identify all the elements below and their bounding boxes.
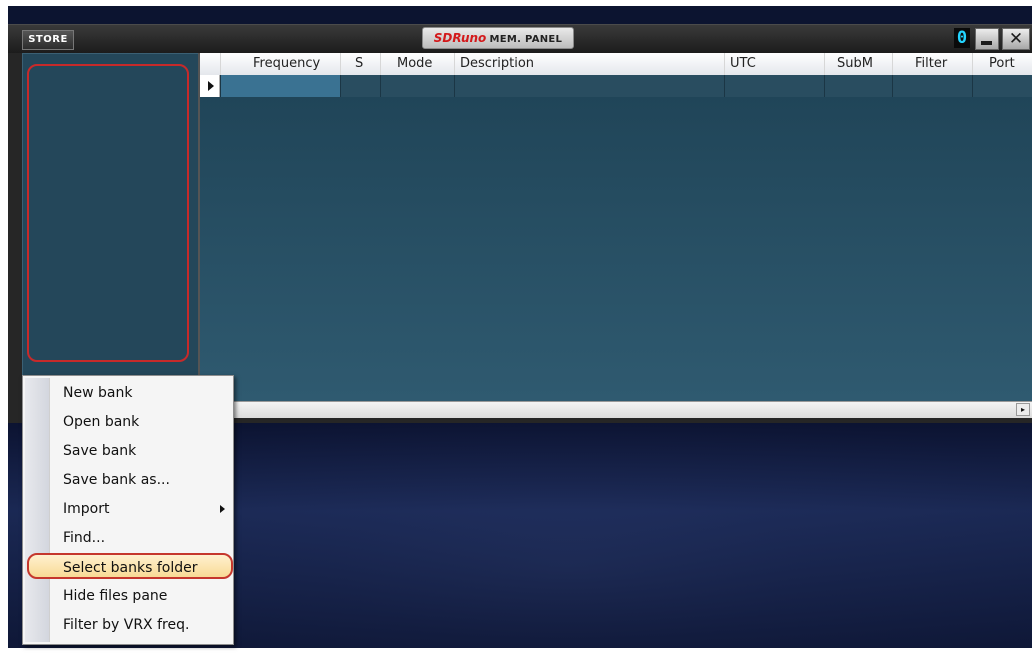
minimize-button[interactable] xyxy=(975,28,999,50)
memory-panel-window: STORE SDRuno MEM. PANEL 0 ✕ Frequency S … xyxy=(8,24,1032,423)
column-header-utc[interactable]: UTC xyxy=(724,53,824,75)
column-header-mode[interactable]: Mode xyxy=(380,53,454,75)
vrx-number-indicator[interactable]: 0 xyxy=(954,28,970,48)
triangle-right-icon xyxy=(208,81,214,91)
column-header-frequency[interactable]: Frequency xyxy=(220,53,340,75)
cell-s[interactable] xyxy=(340,75,380,97)
title-text: MEM. PANEL xyxy=(489,34,563,45)
column-header-port[interactable]: Port xyxy=(972,53,1032,75)
row-indicator xyxy=(200,75,220,97)
cell-frequency[interactable] xyxy=(220,75,340,97)
menu-item-open-bank[interactable]: Open bank xyxy=(23,409,233,435)
column-header-description[interactable]: Description xyxy=(454,53,724,75)
menu-item-label: Select banks folder xyxy=(63,560,198,576)
store-button[interactable]: STORE xyxy=(22,30,74,50)
minimize-icon xyxy=(981,41,992,45)
menu-item-hide-files-pane[interactable]: Hide files pane xyxy=(23,583,233,609)
menu-item-import[interactable]: Import xyxy=(23,496,233,522)
menu-item-label: Save bank as... xyxy=(63,472,170,488)
title-brand: SDRuno xyxy=(433,31,487,45)
menu-item-label: Import xyxy=(63,501,110,517)
horizontal-scrollbar[interactable]: ▸ xyxy=(198,401,1032,418)
cell-utc[interactable] xyxy=(724,75,824,97)
menu-item-label: Hide files pane xyxy=(63,588,168,604)
menu-item-label: Open bank xyxy=(63,414,140,430)
menu-item-select-banks-folder[interactable]: Select banks folder xyxy=(27,553,233,579)
menu-item-label: New bank xyxy=(63,385,133,401)
files-pane-highlight xyxy=(27,64,189,362)
menu-item-find[interactable]: Find... xyxy=(23,525,233,551)
menu-item-save-bank[interactable]: Save bank xyxy=(23,438,233,464)
column-header-subm[interactable]: SubM xyxy=(824,53,892,75)
close-button[interactable]: ✕ xyxy=(1002,28,1030,50)
memory-grid[interactable]: Frequency S Mode Description UTC SubM Fi… xyxy=(198,53,1032,401)
menu-item-new-bank[interactable]: New bank xyxy=(23,380,233,406)
title-bar[interactable]: STORE SDRuno MEM. PANEL 0 ✕ xyxy=(8,25,1032,53)
scroll-right-icon[interactable]: ▸ xyxy=(1016,403,1030,416)
menu-item-save-bank-as[interactable]: Save bank as... xyxy=(23,467,233,493)
column-header-s[interactable]: S xyxy=(340,53,380,75)
context-menu: New bank Open bank Save bank Save bank a… xyxy=(22,375,234,645)
header-corner xyxy=(200,53,220,75)
cell-mode[interactable] xyxy=(380,75,454,97)
window-title: SDRuno MEM. PANEL xyxy=(422,27,574,49)
grid-header: Frequency S Mode Description UTC SubM Fi… xyxy=(200,53,1032,76)
cell-description[interactable] xyxy=(454,75,724,97)
files-pane[interactable] xyxy=(22,53,200,403)
table-row[interactable] xyxy=(200,75,1032,97)
cell-subm[interactable] xyxy=(824,75,892,97)
close-icon: ✕ xyxy=(1008,29,1024,49)
chevron-right-icon xyxy=(220,505,225,513)
menu-item-label: Filter by VRX freq. xyxy=(63,617,190,633)
menu-item-label: Find... xyxy=(63,530,106,546)
menu-item-label: Save bank xyxy=(63,443,137,459)
cell-port[interactable] xyxy=(972,75,1032,97)
cell-filter[interactable] xyxy=(892,75,972,97)
column-header-filter[interactable]: Filter xyxy=(892,53,972,75)
menu-item-filter-by-vrx-freq[interactable]: Filter by VRX freq. xyxy=(23,612,233,638)
